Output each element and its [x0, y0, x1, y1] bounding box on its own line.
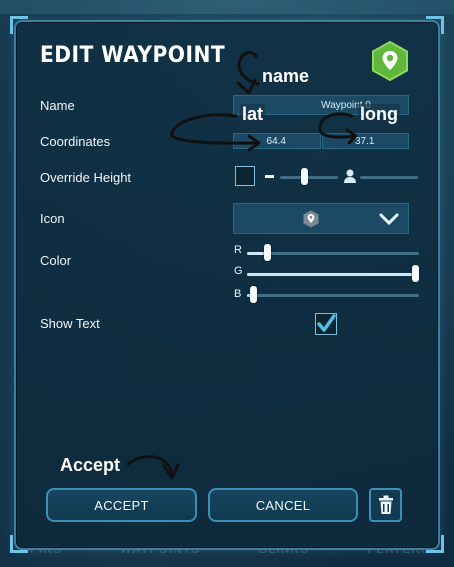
- annotation-name: name: [260, 66, 312, 87]
- red-slider-track[interactable]: [247, 252, 419, 255]
- frame-corner: [10, 16, 28, 34]
- override-height-checkbox[interactable]: [235, 166, 255, 186]
- waypoint-hex-icon: [371, 40, 409, 82]
- person-icon: [343, 168, 357, 189]
- waypoint-pin-icon: [303, 210, 319, 228]
- g-label: G: [234, 265, 243, 277]
- delete-button[interactable]: [369, 488, 402, 522]
- frame-corner: [426, 16, 444, 34]
- show-text-checkbox[interactable]: [315, 313, 337, 335]
- chevron-down-icon[interactable]: [379, 213, 399, 225]
- blue-slider-track[interactable]: [247, 294, 419, 297]
- cancel-button[interactable]: CANCEL: [208, 488, 358, 522]
- color-label: Color: [40, 253, 72, 268]
- trash-icon: [378, 495, 393, 514]
- name-label: Name: [40, 98, 75, 113]
- r-label: R: [234, 244, 242, 256]
- minus-icon: [265, 175, 274, 178]
- latitude-input[interactable]: 64.4: [233, 133, 321, 149]
- blue-slider-thumb[interactable]: [250, 286, 258, 303]
- height-slider-track-right: [360, 176, 418, 179]
- icon-dropdown[interactable]: [233, 203, 409, 234]
- green-slider-fill: [247, 273, 415, 276]
- red-slider-thumb[interactable]: [263, 244, 271, 261]
- coordinates-label: Coordinates: [40, 134, 111, 149]
- frame-corner: [426, 535, 444, 553]
- frame-corner: [10, 535, 28, 553]
- b-label: B: [234, 288, 242, 300]
- top-header-strip: [0, 0, 454, 14]
- icon-label: Icon: [40, 211, 65, 226]
- show-text-label: Show Text: [40, 316, 100, 331]
- latitude-value: 64.4: [266, 135, 286, 147]
- green-slider-thumb[interactable]: [412, 265, 419, 282]
- longitude-input[interactable]: 37.1: [322, 133, 409, 149]
- dialog-title: EDIT WAYPOINT: [40, 43, 226, 68]
- height-slider-thumb[interactable]: [300, 168, 308, 185]
- height-slider-track[interactable]: [280, 176, 338, 179]
- longitude-value: 37.1: [355, 135, 375, 147]
- override-height-label: Override Height: [40, 170, 132, 185]
- annotation-accept: Accept: [60, 455, 121, 475]
- accept-button[interactable]: ACCEPT: [46, 488, 197, 522]
- annotation-long: long: [358, 104, 400, 125]
- check-icon: [317, 314, 336, 332]
- annotation-lat: lat: [240, 104, 266, 125]
